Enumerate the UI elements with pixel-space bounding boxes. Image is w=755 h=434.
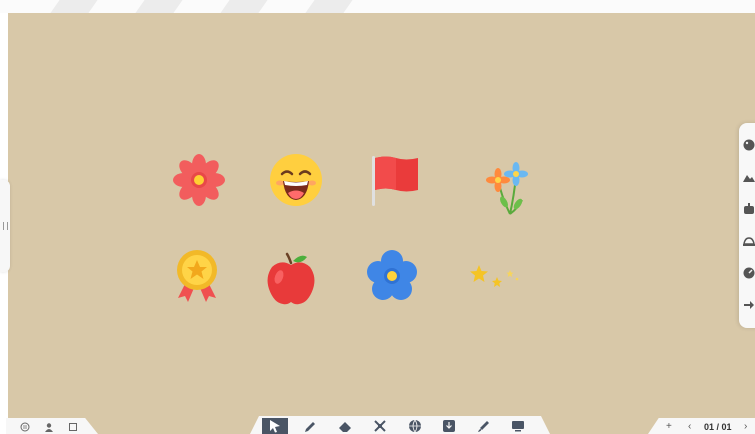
robot-icon [744, 203, 754, 214]
landscape-icon [743, 175, 755, 182]
tool-pen[interactable] [298, 418, 324, 434]
bottom-toolbar [250, 416, 550, 434]
arrow-icon [744, 301, 754, 309]
tool-tools[interactable] [367, 418, 393, 434]
panel-item-hand[interactable] [743, 235, 755, 257]
next-page-button[interactable]: › [744, 421, 747, 433]
page-indicator: 01 / 01 [704, 422, 732, 432]
brush-icon [478, 421, 489, 432]
user-icon[interactable] [44, 422, 54, 432]
blue-flower-icon[interactable] [364, 248, 420, 304]
hand-icon [743, 237, 755, 246]
tools-icon [374, 420, 386, 432]
sparkle-stars-icon[interactable] [470, 264, 522, 288]
add-page-button[interactable]: + [666, 421, 672, 433]
gold-medal-icon[interactable] [172, 248, 222, 304]
top-strip [0, 0, 755, 13]
watermark-stripe [305, 0, 353, 13]
palette-icon [743, 139, 755, 151]
panel-item-palette[interactable] [743, 139, 755, 161]
panel-item-arrow[interactable] [743, 299, 755, 321]
laughing-face-icon[interactable] [268, 152, 324, 208]
watermark-stripe [220, 0, 268, 13]
square-icon[interactable] [68, 422, 78, 432]
right-tool-panel [739, 123, 755, 328]
red-flower-icon[interactable] [171, 152, 227, 208]
prev-page-button[interactable]: ‹ [688, 421, 691, 433]
left-panel-handle[interactable] [0, 180, 10, 272]
tool-eraser[interactable] [332, 418, 358, 434]
panel-item-gauge[interactable] [743, 267, 755, 289]
pagination-bar: + ‹ 01 / 01 › [648, 418, 755, 434]
tool-pointer[interactable] [262, 418, 288, 434]
whiteboard-canvas[interactable] [8, 13, 755, 434]
tool-screen[interactable] [505, 418, 531, 434]
watermark-stripe [50, 0, 98, 13]
tool-brush[interactable] [471, 418, 497, 434]
watermark-stripe [135, 0, 183, 13]
red-flag-icon[interactable] [366, 152, 422, 208]
panel-item-robot[interactable] [743, 203, 755, 225]
menu-icon[interactable] [20, 422, 30, 432]
pen-icon [305, 422, 315, 432]
bottom-left-bar [6, 418, 98, 434]
grip-icon [3, 222, 8, 230]
globe-icon [409, 419, 421, 433]
tool-download[interactable] [436, 418, 462, 434]
red-apple-icon[interactable] [263, 251, 319, 307]
gauge-icon [743, 267, 755, 279]
flower-bouquet-icon[interactable] [484, 162, 534, 218]
pointer-icon [270, 420, 280, 433]
tool-globe[interactable] [402, 418, 428, 434]
panel-item-landscape[interactable] [743, 171, 755, 193]
download-icon [443, 420, 455, 432]
eraser-icon [339, 422, 351, 432]
screen-icon [512, 421, 524, 432]
